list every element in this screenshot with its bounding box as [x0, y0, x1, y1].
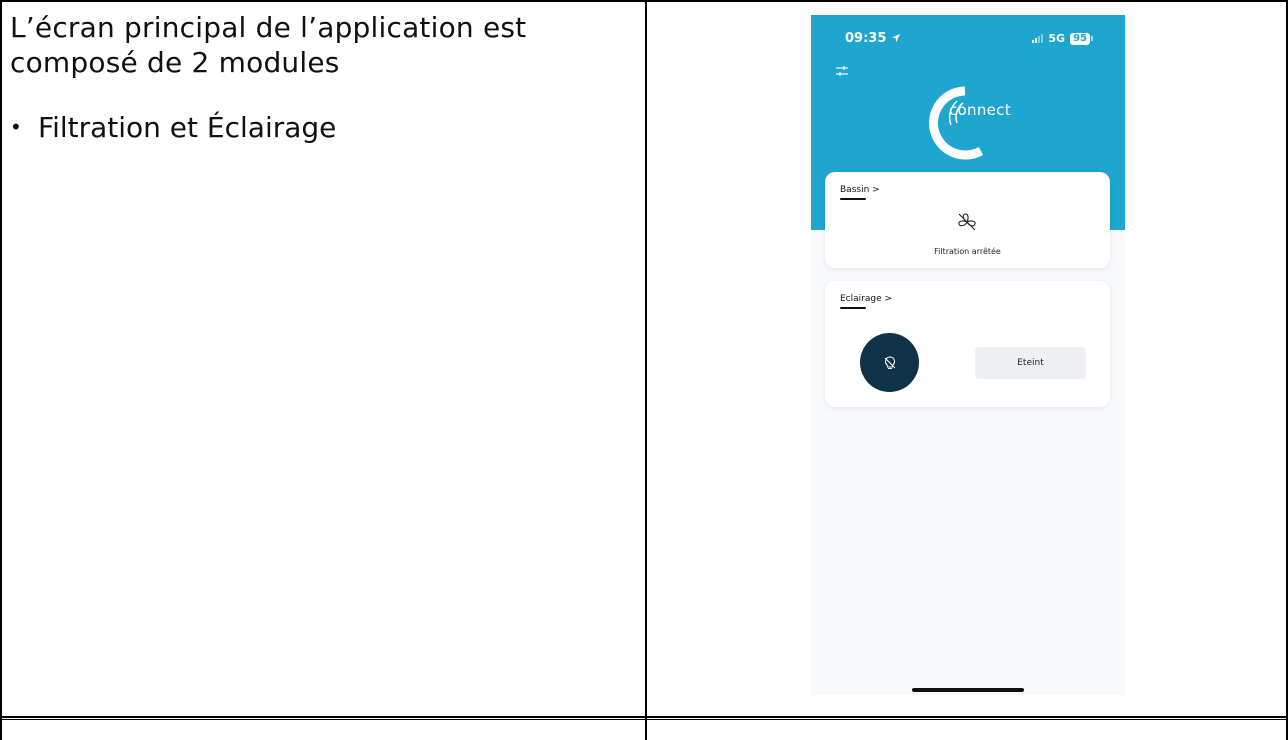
light-state-button[interactable]: Eteint [975, 347, 1086, 379]
table-border-left [0, 0, 2, 740]
location-arrow-icon [891, 34, 900, 42]
battery-cap [1091, 36, 1093, 41]
table-row-divider-inner [0, 719, 1288, 720]
text-cell: L’écran principal de l’application est c… [10, 10, 630, 145]
status-indicators: 5G 95 [1032, 32, 1093, 45]
light-toggle-button[interactable] [860, 333, 919, 392]
battery-icon: 95 [1070, 32, 1090, 45]
eclairage-title[interactable]: Eclairage > [840, 294, 892, 304]
status-time: 09:35 [845, 31, 901, 46]
bassin-card[interactable]: Bassin > Filtration arrêtée [825, 172, 1110, 268]
app-screenshot: 09:35 5G 95 connect Bassin > Filtration … [811, 15, 1125, 695]
connect-logo-icon [929, 86, 984, 160]
bullet-item: • Filtration et Éclairage [10, 110, 630, 145]
sliders-icon[interactable] [835, 62, 849, 81]
signal-icon [1032, 34, 1044, 43]
eclairage-card[interactable]: Eclairage > Eteint [825, 281, 1110, 407]
filtration-status: Filtration arrêtée [934, 247, 1001, 256]
bassin-title[interactable]: Bassin > [840, 185, 880, 195]
heading-line-1: L’écran principal de l’application est [10, 11, 527, 44]
bulb-off-icon [884, 355, 895, 369]
network-label: 5G [1048, 32, 1066, 45]
logo-text: connect [949, 101, 1011, 119]
bullet-text: Filtration et Éclairage [38, 111, 337, 144]
bullet-symbol: • [10, 115, 22, 139]
fan-off-icon [958, 213, 976, 231]
bassin-title-underline [840, 198, 866, 200]
home-indicator[interactable] [912, 688, 1024, 692]
description-heading: L’écran principal de l’application est c… [10, 10, 630, 80]
table-border-middle [645, 0, 647, 740]
eclairage-title-underline [840, 307, 866, 309]
heading-line-2: composé de 2 modules [10, 46, 340, 79]
table-border-top [0, 0, 1288, 2]
table-row-divider [0, 716, 1288, 718]
